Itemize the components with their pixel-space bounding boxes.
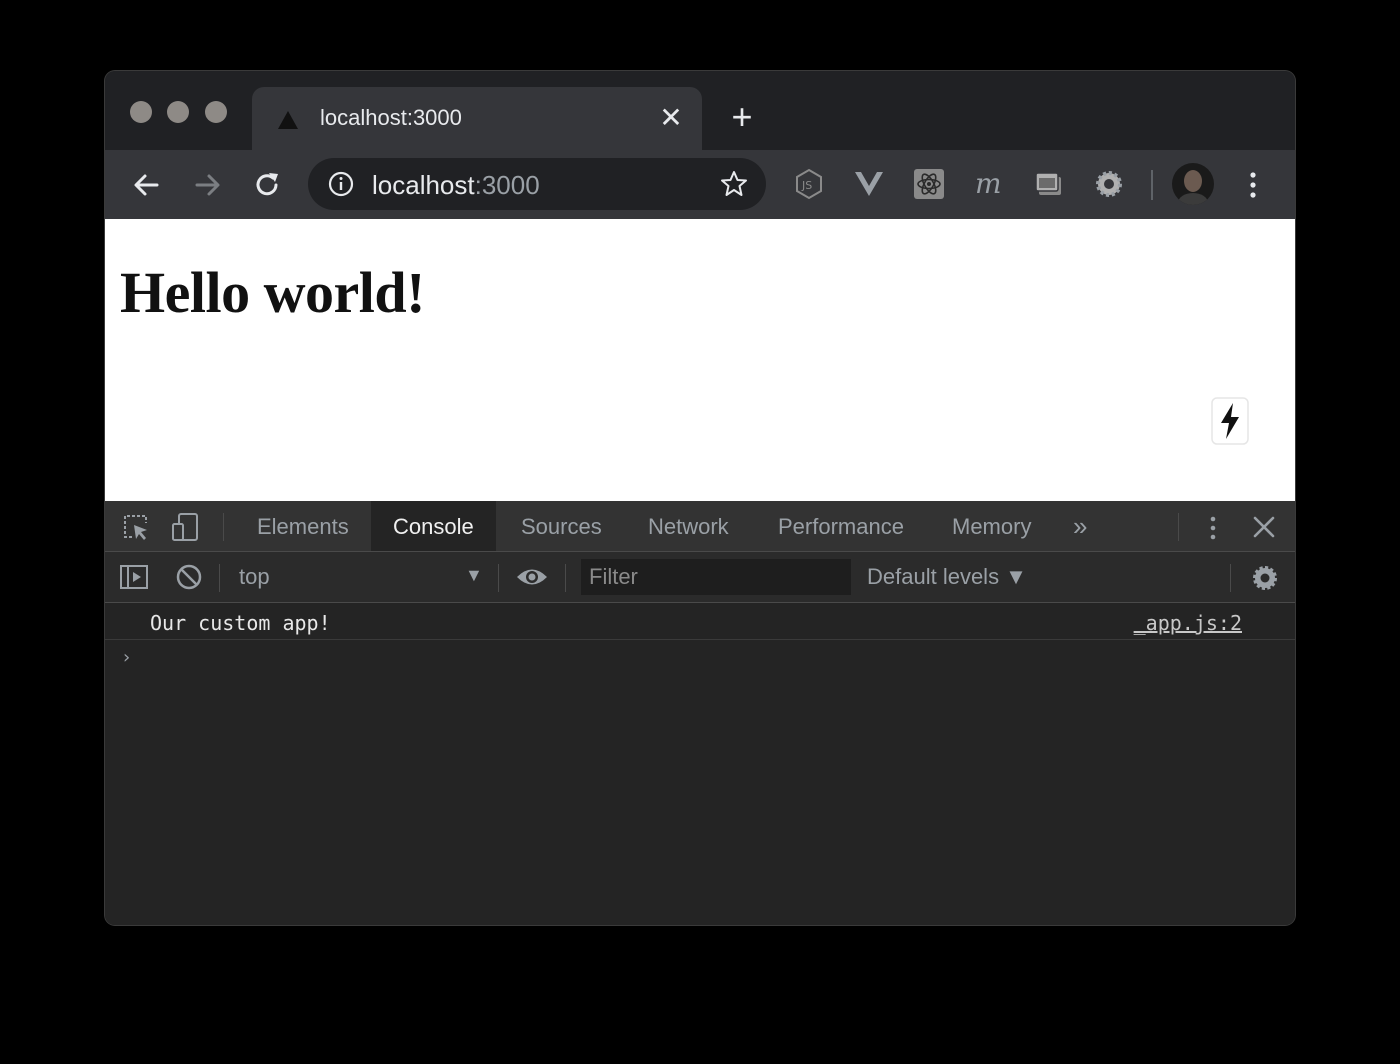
tab-close-icon[interactable]: ✕ xyxy=(654,101,688,135)
profile-avatar[interactable] xyxy=(1172,163,1214,205)
page-heading: Hello world! xyxy=(120,260,425,325)
toolbar-separator xyxy=(1151,170,1153,200)
console-output: Our custom app! _app.js:2 › xyxy=(105,603,1295,925)
tab-console[interactable]: Console xyxy=(371,501,496,551)
lightning-bolt-icon[interactable] xyxy=(1209,395,1251,449)
browser-menu-icon[interactable] xyxy=(1241,167,1265,203)
tab-memory[interactable]: Memory xyxy=(952,501,1031,551)
svg-text:m: m xyxy=(975,168,1002,200)
vue-devtools-icon[interactable] xyxy=(853,168,885,200)
console-message-text: Our custom app! xyxy=(150,611,331,635)
devtools-separator xyxy=(223,513,224,541)
settings-gear-icon[interactable] xyxy=(1093,168,1125,200)
devtools-menu-icon[interactable] xyxy=(1203,513,1223,543)
address-bar[interactable]: localhost:3000 xyxy=(308,158,766,210)
window-icon[interactable] xyxy=(1033,168,1065,200)
live-expression-eye-icon[interactable] xyxy=(515,564,549,590)
reload-icon[interactable] xyxy=(249,167,285,203)
log-levels-dropdown[interactable]: Default levels ▼ xyxy=(867,564,1027,590)
console-toolbar: top ▼ Default levels ▼ xyxy=(105,552,1295,603)
inspect-element-icon[interactable] xyxy=(120,511,152,543)
browser-tab[interactable]: localhost:3000 ✕ xyxy=(252,87,702,150)
devtools-separator xyxy=(1178,513,1179,541)
devtools-close-icon[interactable] xyxy=(1250,513,1278,541)
new-tab-button[interactable]: + xyxy=(724,99,760,135)
console-message: Our custom app! _app.js:2 xyxy=(105,603,1295,640)
mercury-icon[interactable]: m xyxy=(973,168,1005,200)
bookmark-star-icon[interactable] xyxy=(720,170,748,198)
console-prompt-chevron-icon[interactable]: › xyxy=(121,647,132,668)
devtools-panel: Elements Console Sources Network Perform… xyxy=(105,501,1295,925)
url-host: localhost xyxy=(372,170,475,200)
toolbar-separator xyxy=(1230,564,1231,592)
tab-sources[interactable]: Sources xyxy=(521,501,602,551)
tab-performance[interactable]: Performance xyxy=(778,501,904,551)
site-info-icon[interactable] xyxy=(328,171,354,197)
forward-arrow-icon[interactable] xyxy=(189,167,225,203)
browser-toolbar: localhost:3000 JS m xyxy=(105,150,1295,219)
nodejs-icon[interactable]: JS xyxy=(793,168,825,200)
address-url: localhost:3000 xyxy=(372,170,540,201)
context-selector[interactable]: top xyxy=(239,564,270,590)
page-viewport: Hello world! xyxy=(105,219,1295,501)
svg-text:JS: JS xyxy=(801,179,812,192)
console-settings-gear-icon[interactable] xyxy=(1250,563,1280,593)
tab-network[interactable]: Network xyxy=(648,501,729,551)
close-window-button[interactable] xyxy=(130,101,152,123)
clear-console-icon[interactable] xyxy=(175,563,203,591)
devtools-tab-bar: Elements Console Sources Network Perform… xyxy=(105,501,1295,552)
tab-strip: localhost:3000 ✕ + xyxy=(105,71,1295,150)
zoom-window-button[interactable] xyxy=(205,101,227,123)
toolbar-separator xyxy=(219,564,220,592)
triangle-favicon-icon xyxy=(278,111,298,129)
toolbar-separator xyxy=(565,564,566,592)
show-sidebar-icon[interactable] xyxy=(119,562,149,592)
toolbar-separator xyxy=(498,564,499,592)
tab-elements[interactable]: Elements xyxy=(257,501,349,551)
more-tabs-chevron-icon[interactable]: » xyxy=(1073,511,1103,541)
back-arrow-icon[interactable] xyxy=(129,167,165,203)
console-filter-input[interactable] xyxy=(581,559,851,595)
minimize-window-button[interactable] xyxy=(167,101,189,123)
console-message-source-link[interactable]: _app.js:2 xyxy=(1134,611,1242,635)
avatar-image xyxy=(1178,170,1208,205)
device-toolbar-icon[interactable] xyxy=(170,511,202,543)
tab-title: localhost:3000 xyxy=(320,105,462,130)
context-dropdown-arrow-icon[interactable]: ▼ xyxy=(465,565,483,586)
browser-window: localhost:3000 ✕ + localhost:3000 JS m H… xyxy=(105,71,1295,925)
url-port: :3000 xyxy=(474,170,540,200)
react-devtools-icon[interactable] xyxy=(913,168,945,200)
